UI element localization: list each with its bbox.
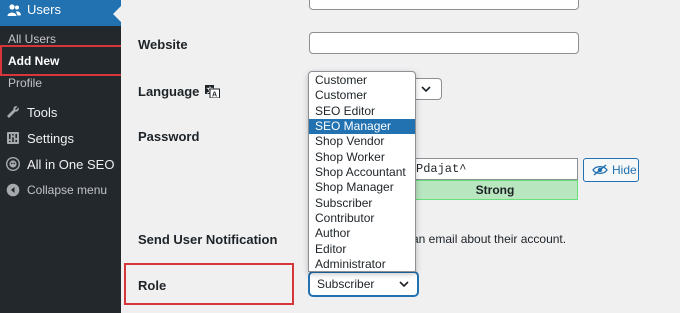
chevron-down-icon bbox=[399, 281, 409, 288]
role-option[interactable]: SEO Editor bbox=[309, 104, 415, 119]
password-input[interactable]: Pdajat^ bbox=[412, 158, 578, 180]
role-option[interactable]: Shop Vendor bbox=[309, 134, 415, 149]
sidebar-collapse-menu-label: Collapse menu bbox=[27, 183, 108, 197]
sidebar-item-tools-label: Tools bbox=[27, 105, 58, 120]
collapse-icon bbox=[6, 183, 20, 197]
last-name-input[interactable] bbox=[309, 0, 579, 10]
send-notification-label: Send User Notification bbox=[138, 232, 278, 247]
role-option[interactable]: Contributor bbox=[309, 211, 415, 226]
role-label: Role bbox=[138, 278, 167, 293]
role-option[interactable]: Editor bbox=[309, 242, 415, 257]
role-option-highlighted[interactable]: SEO Manager bbox=[309, 119, 415, 135]
sidebar-item-users-label: Users bbox=[27, 2, 61, 17]
role-option[interactable]: Shop Accountant bbox=[309, 165, 415, 180]
role-option[interactable]: Customer bbox=[309, 88, 415, 103]
current-menu-caret bbox=[113, 6, 121, 22]
role-option[interactable]: Subscriber bbox=[309, 196, 415, 211]
settings-icon bbox=[7, 132, 19, 144]
svg-text:A: A bbox=[212, 92, 217, 99]
language-label-text: Language bbox=[138, 84, 200, 99]
role-option[interactable]: Administrator bbox=[309, 257, 415, 272]
password-strength-indicator: Strong bbox=[412, 180, 578, 200]
sidebar-item-settings[interactable]: Settings bbox=[0, 127, 121, 151]
chevron-down-icon bbox=[421, 86, 431, 93]
role-select-value: Subscriber bbox=[317, 277, 375, 291]
users-icon bbox=[7, 4, 21, 16]
eye-slash-icon bbox=[592, 164, 608, 176]
language-select[interactable] bbox=[412, 78, 442, 100]
sidebar-item-users[interactable]: Users bbox=[0, 0, 121, 26]
sidebar-item-tools[interactable]: Tools bbox=[0, 101, 121, 125]
translation-icon: 文 A bbox=[205, 85, 221, 99]
hide-button-label: Hide bbox=[612, 163, 637, 177]
role-option[interactable]: Author bbox=[309, 226, 415, 241]
aioseo-icon bbox=[6, 157, 20, 171]
role-option[interactable]: Customer bbox=[309, 73, 415, 88]
role-dropdown-list: Customer Customer SEO Editor SEO Manager… bbox=[308, 71, 416, 272]
wrench-icon bbox=[7, 106, 19, 118]
role-option[interactable]: Shop Manager bbox=[309, 180, 415, 195]
role-select[interactable]: Subscriber bbox=[309, 272, 418, 296]
website-label: Website bbox=[138, 37, 188, 52]
role-option[interactable]: Shop Worker bbox=[309, 150, 415, 165]
sidebar-collapse-menu[interactable]: Collapse menu bbox=[0, 179, 121, 203]
sidebar-item-all-in-one-seo[interactable]: All in One SEO bbox=[0, 153, 121, 177]
language-label: Language 文 A bbox=[138, 84, 221, 99]
website-input[interactable] bbox=[309, 32, 579, 54]
sidebar-item-settings-label: Settings bbox=[27, 131, 74, 146]
add-new-highlight-box bbox=[0, 45, 124, 76]
sidebar-item-all-in-one-seo-label: All in One SEO bbox=[27, 157, 115, 172]
hide-password-button[interactable]: Hide bbox=[583, 158, 639, 182]
send-notification-description: an email about their account. bbox=[412, 232, 567, 246]
admin-sidebar: Users All Users Add New Profile Tools Se… bbox=[0, 0, 124, 313]
submenu-profile[interactable]: Profile bbox=[0, 73, 121, 93]
password-label: Password bbox=[138, 129, 200, 144]
